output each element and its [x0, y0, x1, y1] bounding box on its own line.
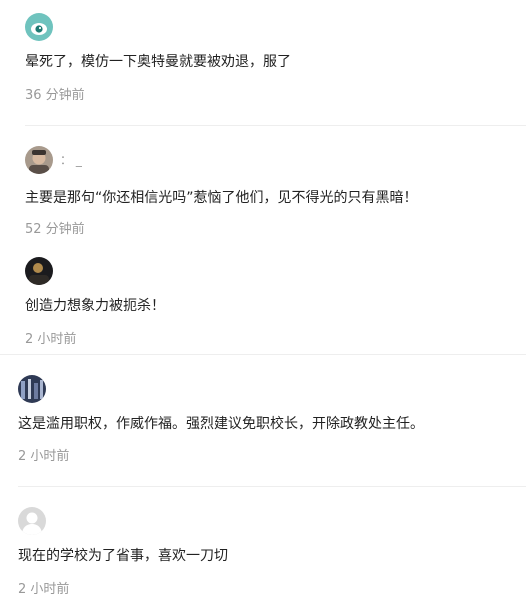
comment-item: ： _ 主要是那句“你还相信光吗”惹恼了他们，见不得光的只有黑暗！ 52 分钟前: [0, 126, 526, 246]
comment-time: 2 小时前: [18, 582, 70, 597]
user-avatar[interactable]: [18, 507, 46, 535]
user-avatar[interactable]: [25, 257, 53, 285]
comment-time: 2 小时前: [25, 332, 77, 347]
comment-text: 现在的学校为了省事，喜欢一刀切: [18, 548, 228, 564]
comment-text: 晕死了，模仿一下奥特曼就要被劝退，服了: [25, 54, 291, 70]
user-avatar[interactable]: [25, 146, 53, 174]
comment-time: 52 分钟前: [25, 222, 85, 237]
dark-blue-photo-avatar-icon: [18, 375, 46, 403]
comment-item: 现在的学校为了省事，喜欢一刀切 2 小时前: [0, 487, 526, 600]
comment-time: 2 小时前: [18, 449, 70, 464]
user-avatar[interactable]: [25, 13, 53, 41]
teal-eye-avatar-icon: [25, 13, 53, 41]
comment-item: 晕死了，模仿一下奥特曼就要被劝退，服了 36 分钟前: [0, 0, 526, 126]
user-avatar[interactable]: [18, 375, 46, 403]
comment-item: 这是滥用职权，作威作福。强烈建议免职校长，开除政教处主任。 2 小时前: [0, 355, 526, 486]
username[interactable]: ： _: [60, 151, 82, 168]
default-gray-avatar-icon: [18, 507, 46, 535]
comment-time: 36 分钟前: [25, 88, 85, 103]
dark-photo-avatar-icon: [25, 257, 53, 285]
photo-avatar-man-icon: [25, 146, 53, 174]
comment-text: 创造力想象力被扼杀！: [25, 298, 165, 314]
comment-text: 这是滥用职权，作威作福。强烈建议免职校长，开除政教处主任。: [18, 416, 424, 432]
comment-text: 主要是那句“你还相信光吗”惹恼了他们，见不得光的只有黑暗！: [25, 190, 418, 206]
comment-item: 创造力想象力被扼杀！ 2 小时前: [0, 246, 526, 354]
